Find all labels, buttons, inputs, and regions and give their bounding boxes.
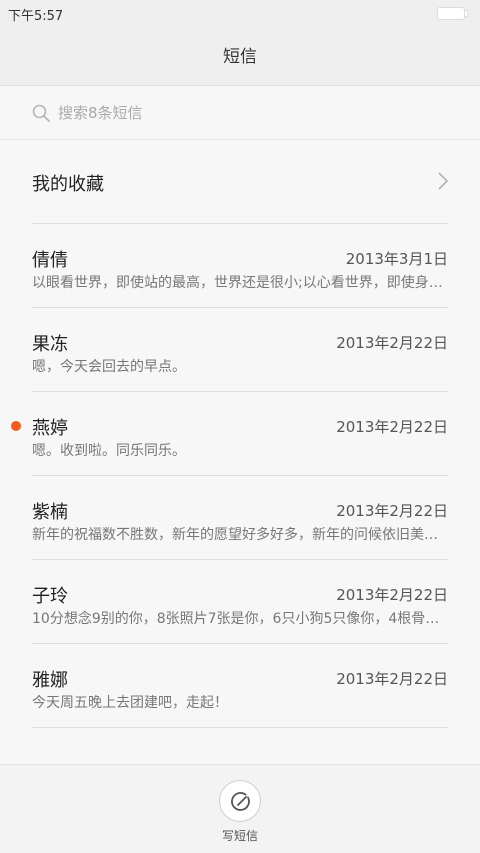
favorites-row[interactable]: 我的收藏 bbox=[0, 140, 480, 224]
contact-name: 紫楠 bbox=[32, 502, 68, 523]
battery-icon bbox=[438, 8, 467, 19]
contact-name: 倩倩 bbox=[32, 250, 68, 271]
compose-icon bbox=[231, 792, 250, 811]
search-input[interactable] bbox=[58, 96, 438, 130]
message-item[interactable]: 果冻 2013年2月22日 嗯，今天会回去的早点。 bbox=[0, 308, 480, 392]
compose-label: 写短信 bbox=[221, 829, 258, 843]
status-time: 下午5:57 bbox=[8, 9, 64, 24]
message-preview: 今天周五晚上去团建吧，走起！ bbox=[32, 695, 228, 711]
search-bar[interactable] bbox=[0, 86, 480, 140]
message-date: 2013年2月22日 bbox=[336, 418, 448, 436]
app-header: 短信 bbox=[0, 28, 480, 86]
status-bar: 下午5:57 bbox=[0, 0, 480, 28]
message-date: 2013年2月22日 bbox=[336, 334, 448, 352]
message-date: 2013年2月22日 bbox=[336, 586, 448, 604]
message-preview: 嗯，今天会回去的早点。 bbox=[32, 359, 186, 375]
message-preview: 嗯。收到啦。同乐同乐。 bbox=[32, 443, 186, 459]
contact-name: 燕婷 bbox=[32, 418, 68, 439]
message-preview: 以眼看世界，即使站的最高，世界还是很小;以心看世界，即使身… bbox=[32, 275, 443, 291]
contact-name: 雅娜 bbox=[32, 670, 68, 691]
chevron-right-icon bbox=[438, 172, 448, 190]
bottom-bar: 写短信 bbox=[0, 764, 480, 853]
message-preview: 10分想念9别的你，8张照片7张是你，6只小狗5只像你，4根骨… bbox=[32, 611, 440, 627]
page-title: 短信 bbox=[223, 47, 257, 67]
message-item[interactable]: 子玲 2013年2月22日 10分想念9别的你，8张照片7张是你，6只小狗5只像… bbox=[0, 560, 480, 644]
message-item[interactable]: 雅娜 2013年2月22日 今天周五晚上去团建吧，走起！ bbox=[0, 644, 480, 728]
unread-indicator bbox=[11, 421, 21, 431]
compose-button[interactable] bbox=[219, 780, 261, 822]
divider bbox=[32, 727, 448, 728]
search-icon bbox=[32, 104, 50, 122]
contact-name: 果冻 bbox=[32, 334, 68, 355]
message-date: 2013年3月1日 bbox=[345, 250, 448, 268]
message-item[interactable]: 紫楠 2013年2月22日 新年的祝福数不胜数，新年的愿望好多好多，新年的问候依… bbox=[0, 476, 480, 560]
favorites-label: 我的收藏 bbox=[32, 174, 104, 195]
message-date: 2013年2月22日 bbox=[336, 670, 448, 688]
message-item[interactable]: 倩倩 2013年3月1日 以眼看世界，即使站的最高，世界还是很小;以心看世界，即… bbox=[0, 224, 480, 308]
message-date: 2013年2月22日 bbox=[336, 502, 448, 520]
contact-name: 子玲 bbox=[32, 586, 68, 607]
message-preview: 新年的祝福数不胜数，新年的愿望好多好多，新年的问候依旧美… bbox=[32, 527, 438, 543]
message-item[interactable]: 燕婷 2013年2月22日 嗯。收到啦。同乐同乐。 bbox=[0, 392, 480, 476]
